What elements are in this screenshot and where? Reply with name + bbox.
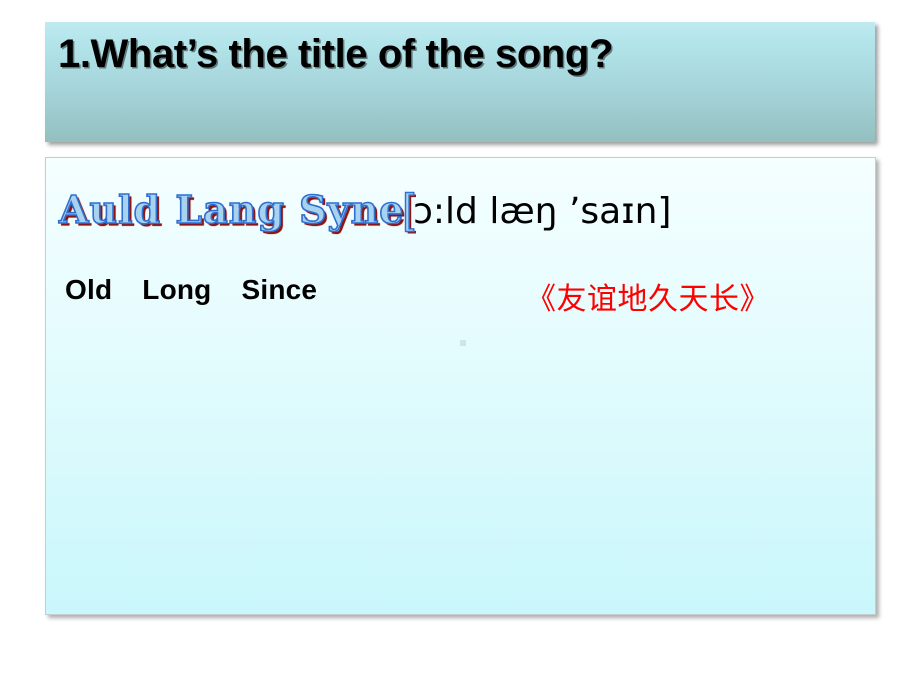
- song-headline-row: Auld Lang Syne[ɔ:ld læŋ ’saɪn]: [58, 187, 672, 232]
- gloss-word-since: Since: [241, 274, 318, 305]
- song-title-text: Auld Lang Syne: [58, 187, 405, 232]
- stray-marker-dot: [460, 340, 466, 346]
- chinese-song-title: 《友谊地久天长》: [526, 282, 770, 317]
- phonetic-transcription: ɔ:ld læŋ ’saɪn]: [413, 191, 672, 232]
- page-title: 1.What’s the title of the song?: [58, 32, 614, 76]
- slide-content-box: Auld Lang Syne[ɔ:ld læŋ ’saɪn] Old Long Si…: [45, 157, 876, 615]
- slide-canvas: 1.What’s the title of the song? Auld Lan…: [0, 0, 920, 690]
- gloss-word-long: Long: [142, 274, 212, 305]
- gloss-word-row: Old Long Since: [65, 276, 317, 304]
- slide-title-bar: 1.What’s the title of the song?: [45, 22, 875, 142]
- gloss-word-old: Old: [65, 274, 113, 305]
